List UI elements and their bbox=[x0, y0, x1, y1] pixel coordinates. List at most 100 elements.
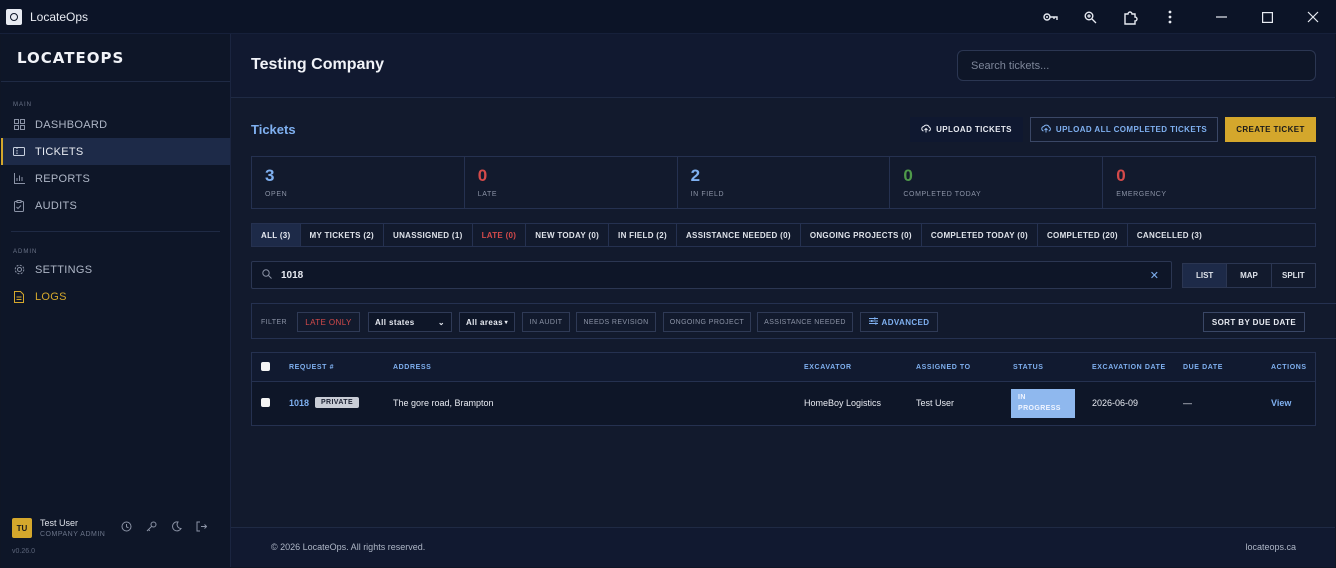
tab-my-tickets[interactable]: MY TICKETS (2) bbox=[301, 224, 385, 246]
upload-all-label: UPLOAD ALL COMPLETED TICKETS bbox=[1055, 125, 1208, 134]
stat-late[interactable]: 0 LATE bbox=[465, 157, 678, 208]
due-date-cell: — bbox=[1183, 398, 1192, 408]
column-header[interactable]: EXCAVATION DATE bbox=[1092, 364, 1166, 371]
tab-completed-today[interactable]: COMPLETED TODAY (0) bbox=[922, 224, 1038, 246]
chart-icon bbox=[13, 173, 25, 185]
upload-tickets-button[interactable]: UPLOAD TICKETS bbox=[910, 117, 1023, 142]
nav-item-reports[interactable]: REPORTS bbox=[1, 165, 230, 192]
tab-assistance-needed[interactable]: ASSISTANCE NEEDED (0) bbox=[677, 224, 801, 246]
logo-text: LOCATEOPS bbox=[17, 48, 125, 67]
column-header[interactable]: ASSIGNED TO bbox=[916, 364, 971, 371]
view-list-button[interactable]: LIST bbox=[1183, 264, 1228, 287]
in-audit-chip[interactable]: IN AUDIT bbox=[522, 312, 570, 332]
request-number[interactable]: 1018 bbox=[289, 398, 309, 408]
chevron-down-icon: ⌄ bbox=[437, 317, 445, 327]
nav-label: TICKETS bbox=[35, 145, 84, 158]
column-header[interactable]: REQUEST # bbox=[289, 364, 334, 371]
tab-cancelled[interactable]: CANCELLED (3) bbox=[1128, 224, 1211, 246]
ticket-tabs: ALL (3) MY TICKETS (2) UNASSIGNED (1) LA… bbox=[251, 223, 1316, 247]
column-header[interactable]: STATUS bbox=[1013, 364, 1044, 371]
areas-select[interactable]: All areas ▾ bbox=[459, 312, 515, 332]
ongoing-project-chip[interactable]: ONGOING PROJECT bbox=[663, 312, 751, 332]
more-icon[interactable] bbox=[1150, 0, 1190, 34]
minimize-icon[interactable] bbox=[1198, 0, 1244, 34]
stat-label: OPEN bbox=[265, 191, 288, 198]
stat-open[interactable]: 3 OPEN bbox=[252, 157, 465, 208]
tab-in-field[interactable]: IN FIELD (2) bbox=[609, 224, 677, 246]
clear-search-icon[interactable]: ✕ bbox=[1150, 269, 1159, 282]
status-badge: IN PROGRESS bbox=[1011, 389, 1075, 418]
upload-tickets-label: UPLOAD TICKETS bbox=[936, 125, 1012, 134]
upload-all-completed-button[interactable]: UPLOAD ALL COMPLETED TICKETS bbox=[1030, 117, 1218, 142]
view-toggle: LIST MAP SPLIT bbox=[1182, 263, 1316, 288]
late-only-filter[interactable]: LATE ONLY bbox=[297, 312, 360, 332]
stat-emergency[interactable]: 0 EMERGENCY bbox=[1103, 157, 1315, 208]
sliders-icon bbox=[868, 317, 878, 327]
window-title: LocateOps bbox=[30, 9, 89, 24]
column-header[interactable]: ADDRESS bbox=[393, 364, 431, 371]
extension-icon[interactable] bbox=[1110, 0, 1150, 34]
history-icon[interactable] bbox=[121, 521, 132, 535]
stat-value: 3 bbox=[265, 166, 275, 185]
row-checkbox[interactable] bbox=[261, 398, 270, 407]
nav-item-tickets[interactable]: TICKETS bbox=[1, 138, 230, 165]
nav-item-audits[interactable]: AUDITS bbox=[1, 192, 230, 219]
stat-label: LATE bbox=[477, 191, 498, 198]
app-icon bbox=[6, 8, 22, 25]
excavation-date-cell: 2026-06-09 bbox=[1092, 398, 1139, 408]
zoom-icon[interactable] bbox=[1070, 0, 1110, 34]
app-version: v0.26.0 bbox=[12, 548, 35, 555]
company-name: Testing Company bbox=[251, 56, 385, 73]
filter-bar: FILTER LATE ONLY All states ⌄ All areas ▾ … bbox=[251, 303, 1336, 339]
stat-value: 0 bbox=[903, 166, 913, 185]
stats-panel: 3 OPEN 0 LATE 2 IN FIELD 0 COMPLETED TODAY 0… bbox=[251, 156, 1316, 209]
tab-ongoing-projects[interactable]: ONGOING PROJECTS (0) bbox=[801, 224, 922, 246]
site-link[interactable]: locateops.ca bbox=[1245, 542, 1296, 552]
sidebar: LOCATEOPS MAIN DASHBOARD TICKETS REPORTS… bbox=[1, 34, 231, 567]
gear-icon bbox=[13, 264, 25, 276]
column-header[interactable]: DUE DATE bbox=[1183, 364, 1223, 371]
logout-icon[interactable] bbox=[196, 521, 208, 535]
select-all-checkbox[interactable] bbox=[261, 362, 270, 371]
avatar[interactable]: TU bbox=[12, 518, 32, 538]
tab-completed[interactable]: COMPLETED (20) bbox=[1038, 224, 1128, 246]
ticket-search-input[interactable]: 1018 ✕ bbox=[251, 261, 1172, 289]
nav-label: DASHBOARD bbox=[35, 118, 108, 131]
key-icon[interactable] bbox=[1030, 0, 1070, 34]
stat-label: IN FIELD bbox=[690, 191, 725, 198]
assistance-needed-chip[interactable]: ASSISTANCE NEEDED bbox=[757, 312, 853, 332]
needs-revision-chip[interactable]: NEEDS REVISION bbox=[576, 312, 656, 332]
stat-value: 0 bbox=[477, 166, 488, 185]
moon-icon[interactable] bbox=[171, 521, 182, 535]
caret-down-icon: ▾ bbox=[504, 319, 508, 326]
stat-completed-today[interactable]: 0 COMPLETED TODAY bbox=[890, 157, 1104, 208]
nav-item-dashboard[interactable]: DASHBOARD bbox=[1, 111, 230, 138]
maximize-icon[interactable] bbox=[1244, 0, 1290, 34]
nav-item-logs[interactable]: LOGS bbox=[1, 283, 230, 310]
user-role: COMPANY ADMIN bbox=[40, 531, 106, 538]
column-header[interactable]: EXCAVATOR bbox=[804, 364, 852, 371]
document-icon bbox=[13, 290, 25, 303]
tab-late[interactable]: LATE (0) bbox=[473, 224, 527, 246]
view-split-button[interactable]: SPLIT bbox=[1272, 264, 1315, 287]
view-map-button[interactable]: MAP bbox=[1227, 264, 1272, 287]
page-header: Testing Company Search tickets... bbox=[231, 34, 1335, 98]
create-ticket-button[interactable]: CREATE TICKET bbox=[1225, 117, 1316, 142]
tab-all[interactable]: ALL (3) bbox=[252, 224, 301, 246]
key-icon[interactable] bbox=[146, 521, 157, 535]
logo[interactable]: LOCATEOPS bbox=[1, 34, 230, 82]
filter-label: FILTER bbox=[261, 318, 287, 326]
nav-label: REPORTS bbox=[35, 172, 91, 185]
states-select[interactable]: All states ⌄ bbox=[368, 312, 452, 332]
stat-value: 2 bbox=[690, 166, 701, 185]
stat-in-field[interactable]: 2 IN FIELD bbox=[678, 157, 891, 208]
advanced-filter-button[interactable]: ADVANCED bbox=[860, 312, 938, 332]
global-search-input[interactable]: Search tickets... bbox=[957, 50, 1316, 81]
view-ticket-link[interactable]: View bbox=[1271, 398, 1291, 408]
table-row[interactable]: 1018 PRIVATE The gore road, Brampton Hom… bbox=[252, 382, 1315, 425]
nav-item-settings[interactable]: SETTINGS bbox=[1, 256, 230, 283]
sort-by-due-date-button[interactable]: SORT BY DUE DATE bbox=[1203, 312, 1305, 332]
tab-new-today[interactable]: NEW TODAY (0) bbox=[526, 224, 610, 246]
close-icon[interactable] bbox=[1290, 0, 1336, 34]
tab-unassigned[interactable]: UNASSIGNED (1) bbox=[384, 224, 473, 246]
